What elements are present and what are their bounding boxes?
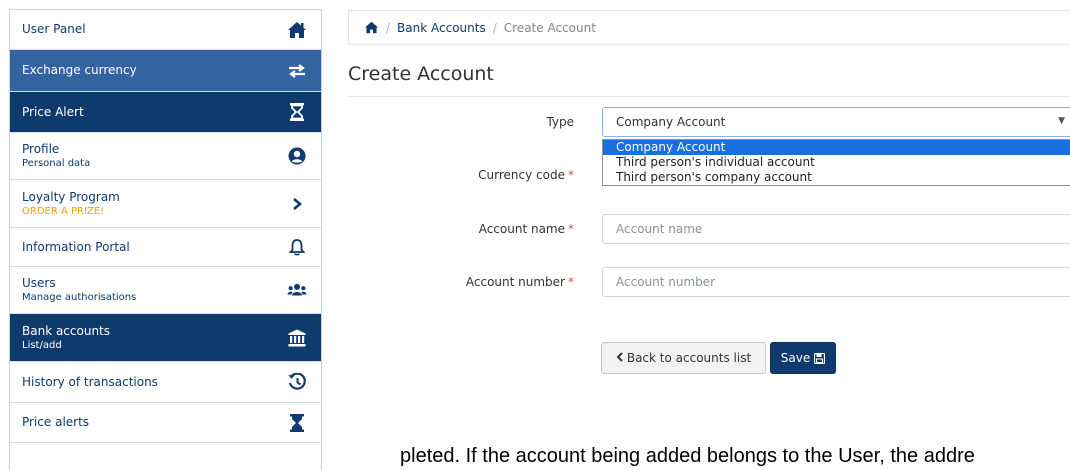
type-option[interactable]: Third person's company account xyxy=(603,170,1070,185)
breadcrumb-current: Create Account xyxy=(503,20,596,35)
hourglass-icon xyxy=(287,413,307,433)
bank-icon xyxy=(287,328,307,348)
type-select-value: Company Account xyxy=(616,115,726,129)
back-to-accounts-button[interactable]: Back to accounts list xyxy=(601,342,766,374)
sidebar-item-price-alerts[interactable]: Price alerts xyxy=(10,403,321,443)
type-label-text: Type xyxy=(546,115,574,129)
breadcrumb-separator: / xyxy=(386,20,391,35)
sidebar-item-label: User Panel xyxy=(22,22,86,36)
sidebar-item-exchange-currency[interactable]: Exchange currency xyxy=(10,50,321,92)
sidebar-item-label: Profile xyxy=(22,142,60,156)
users-icon xyxy=(287,280,307,300)
sidebar-item-sublabel: Personal data xyxy=(22,158,91,169)
title-divider xyxy=(348,96,1070,97)
breadcrumb-separator: / xyxy=(492,20,497,35)
chevron-left-icon xyxy=(616,351,623,365)
save-button[interactable]: Save xyxy=(770,342,836,374)
sidebar-item-sublabel: Manage authorisations xyxy=(22,292,137,303)
chevron-right-icon xyxy=(287,194,307,214)
sidebar-item-users[interactable]: Users Manage authorisations xyxy=(10,267,321,314)
sidebar-item-label: Loyalty Program xyxy=(22,189,120,204)
sidebar-item-label: Price alerts xyxy=(22,415,90,429)
sidebar-item-sublabel: List/add xyxy=(22,339,62,351)
required-mark: * xyxy=(568,275,574,289)
sidebar-item-label: Bank accounts xyxy=(22,323,111,338)
sidebar-item-information-portal[interactable]: Information Portal xyxy=(10,228,321,267)
back-button-label: Back to accounts list xyxy=(626,351,752,365)
sidebar: User Panel Exchange currency Price Alert… xyxy=(9,9,322,470)
bell-icon xyxy=(287,237,307,257)
type-dropdown-list: Company Account Third person's individua… xyxy=(602,139,1070,186)
account-number-label: Account number * xyxy=(334,275,574,289)
page-title: Create Account xyxy=(348,63,494,85)
type-select[interactable]: Company Account ▼ xyxy=(602,107,1070,137)
account-name-label-text: Account name xyxy=(478,222,565,236)
floppy-disk-icon xyxy=(814,352,826,364)
document-text-fragment: pleted. If the account being added belon… xyxy=(400,445,975,467)
user-circle-icon xyxy=(287,146,307,166)
home-icon xyxy=(287,20,307,40)
history-icon xyxy=(287,372,307,392)
sidebar-item-label: Price Alert xyxy=(22,104,84,119)
account-name-input[interactable]: Account name xyxy=(602,214,1070,244)
account-number-input[interactable]: Account number xyxy=(602,267,1070,297)
sidebar-item-label: History of transactions xyxy=(22,374,158,389)
required-mark: * xyxy=(568,222,574,236)
chevron-down-icon: ▼ xyxy=(1058,116,1065,126)
sidebar-item-label: Exchange currency xyxy=(22,63,137,77)
sidebar-item-history-of-transactions[interactable]: History of transactions xyxy=(10,362,321,403)
sidebar-item-sublabel: ORDER A PRIZE! xyxy=(22,205,105,217)
sidebar-item-label: Information Portal xyxy=(22,239,130,254)
currency-code-label-text: Currency code xyxy=(478,168,565,182)
required-mark: * xyxy=(568,168,574,182)
sidebar-item-user-panel[interactable]: User Panel xyxy=(10,10,321,50)
currency-code-label: Currency code * xyxy=(334,168,574,182)
type-label: Type xyxy=(334,115,574,129)
sidebar-item-label: Users xyxy=(22,276,56,290)
home-icon[interactable] xyxy=(363,20,379,36)
breadcrumb-bank-accounts-link[interactable]: Bank Accounts xyxy=(397,21,486,35)
sidebar-item-bank-accounts[interactable]: Bank accounts List/add xyxy=(10,314,321,362)
hourglass-icon xyxy=(287,102,307,122)
save-button-label: Save xyxy=(780,351,811,365)
type-option[interactable]: Third person's individual account xyxy=(603,155,1070,170)
account-name-placeholder: Account name xyxy=(616,222,703,236)
account-name-label: Account name * xyxy=(334,222,574,236)
sidebar-item-loyalty-program[interactable]: Loyalty Program ORDER A PRIZE! xyxy=(10,180,321,228)
account-number-placeholder: Account number xyxy=(616,275,716,289)
sidebar-item-price-alert[interactable]: Price Alert xyxy=(10,92,321,133)
exchange-arrows-icon xyxy=(287,61,307,81)
breadcrumb: / Bank Accounts / Create Account xyxy=(348,10,1070,45)
account-number-label-text: Account number xyxy=(465,275,565,289)
sidebar-item-profile[interactable]: Profile Personal data xyxy=(10,133,321,180)
type-option[interactable]: Company Account xyxy=(603,140,1070,155)
